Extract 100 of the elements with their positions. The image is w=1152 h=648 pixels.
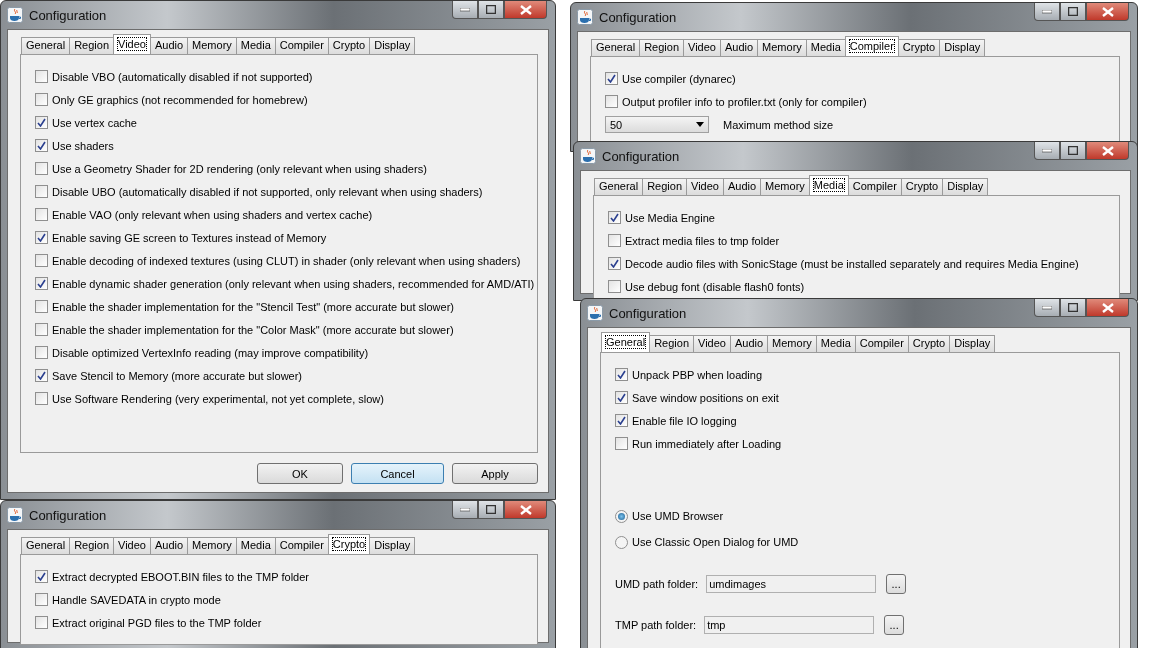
dialog-button[interactable]: Apply	[452, 463, 538, 484]
input-field[interactable]: umdimages	[706, 574, 877, 593]
tab[interactable]: Compiler	[854, 335, 909, 352]
checkbox[interactable]	[605, 72, 618, 85]
checkbox[interactable]	[605, 95, 618, 108]
checkbox[interactable]	[35, 369, 48, 382]
tab[interactable]: Media	[235, 37, 276, 54]
browse-button[interactable]: ...	[884, 614, 905, 635]
checkbox[interactable]	[35, 593, 48, 606]
tab[interactable]: Memory	[187, 537, 237, 554]
tab[interactable]: Display	[942, 178, 989, 195]
tab[interactable]: Media	[805, 39, 846, 56]
close-button[interactable]	[504, 501, 547, 519]
checkbox[interactable]	[35, 162, 48, 175]
checkbox[interactable]	[615, 414, 628, 427]
tab[interactable]: General	[594, 178, 644, 195]
maximize-icon	[1068, 7, 1078, 16]
checkbox[interactable]	[35, 231, 48, 244]
tab[interactable]: Media	[235, 537, 276, 554]
close-button[interactable]	[1086, 142, 1129, 160]
tab[interactable]: General	[21, 537, 71, 554]
checkbox[interactable]	[35, 116, 48, 129]
maximize-button[interactable]	[478, 1, 504, 19]
tab[interactable]: Display	[939, 39, 986, 56]
tab[interactable]: Region	[69, 537, 114, 554]
radio-button[interactable]	[615, 509, 628, 523]
minimize-button[interactable]	[452, 501, 478, 519]
tab[interactable]: Video	[113, 34, 151, 54]
radio-button[interactable]	[615, 535, 628, 549]
checkbox[interactable]	[608, 280, 621, 293]
maximize-button[interactable]	[478, 501, 504, 519]
tab[interactable]: Media	[815, 335, 856, 352]
maximize-button[interactable]	[1060, 299, 1086, 317]
tab[interactable]: Video	[693, 335, 731, 352]
maximize-button[interactable]	[1060, 142, 1086, 160]
checkbox[interactable]	[35, 616, 48, 629]
tab[interactable]: Memory	[187, 37, 237, 54]
checkbox[interactable]	[35, 185, 48, 198]
checkbox[interactable]	[615, 368, 628, 381]
tab[interactable]: Video	[113, 537, 151, 554]
tab[interactable]: Display	[369, 537, 416, 554]
minimize-button[interactable]	[1034, 299, 1060, 317]
tab[interactable]: General	[21, 37, 71, 54]
checkbox[interactable]	[35, 300, 48, 313]
close-button[interactable]	[1086, 3, 1129, 21]
checkbox[interactable]	[35, 208, 48, 221]
close-button[interactable]	[1086, 299, 1129, 317]
tab[interactable]: Memory	[757, 39, 807, 56]
tab[interactable]: Region	[642, 178, 687, 195]
checkbox[interactable]	[35, 277, 48, 290]
tab[interactable]: Compiler	[274, 37, 329, 54]
dialog-button[interactable]: Cancel	[351, 463, 444, 484]
checkbox[interactable]	[608, 234, 621, 247]
checkbox-label: Use compiler (dynarec)	[622, 72, 736, 85]
dropdown[interactable]: 50	[605, 116, 709, 133]
minimize-button[interactable]	[1034, 3, 1060, 21]
tab[interactable]: Region	[69, 37, 114, 54]
checkbox-label: Extract original PGD files to the TMP folder	[52, 616, 262, 629]
checkbox[interactable]	[615, 437, 628, 450]
coffee-cup-icon	[587, 305, 603, 321]
tab[interactable]: Video	[683, 39, 721, 56]
minimize-button[interactable]	[452, 1, 478, 19]
tab[interactable]: Crypto	[900, 178, 944, 195]
browse-button[interactable]: ...	[886, 573, 907, 594]
tab[interactable]: Crypto	[897, 39, 941, 56]
maximize-button[interactable]	[1060, 3, 1086, 21]
tab[interactable]: Crypto	[327, 534, 371, 554]
tab[interactable]: Crypto	[907, 335, 951, 352]
tab[interactable]: Display	[369, 37, 416, 54]
checkbox-label: Decode audio files with SonicStage (must be installed separately and requires Media Engine)	[625, 257, 1079, 270]
minimize-button[interactable]	[1034, 142, 1060, 160]
dialog-button[interactable]: OK	[257, 463, 343, 484]
checkbox[interactable]	[608, 211, 621, 224]
tab[interactable]: Media	[808, 175, 849, 195]
tab[interactable]: Compiler	[844, 36, 899, 56]
checkbox[interactable]	[35, 139, 48, 152]
window-title: Configuration	[609, 305, 687, 321]
checkbox[interactable]	[35, 346, 48, 359]
checkbox-label: Use Software Rendering (very experimental, not yet complete, slow)	[52, 392, 384, 405]
checkbox[interactable]	[35, 323, 48, 336]
tab[interactable]: Memory	[767, 335, 817, 352]
tab[interactable]: Compiler	[847, 178, 902, 195]
checkbox[interactable]	[35, 570, 48, 583]
tab[interactable]: Compiler	[274, 537, 329, 554]
checkbox[interactable]	[35, 93, 48, 106]
close-button[interactable]	[504, 1, 547, 19]
tab[interactable]: Display	[949, 335, 996, 352]
tab[interactable]: General	[591, 39, 641, 56]
tab[interactable]: Video	[686, 178, 724, 195]
checkbox[interactable]	[608, 257, 621, 270]
checkbox[interactable]	[35, 70, 48, 83]
tab[interactable]: Crypto	[327, 37, 371, 54]
checkbox[interactable]	[35, 392, 48, 405]
tab[interactable]: Region	[649, 335, 694, 352]
tab[interactable]: Memory	[760, 178, 810, 195]
tab[interactable]: General	[601, 332, 651, 352]
tab[interactable]: Region	[639, 39, 684, 56]
checkbox[interactable]	[35, 254, 48, 267]
input-field[interactable]: tmp	[704, 615, 875, 634]
checkbox[interactable]	[615, 391, 628, 404]
